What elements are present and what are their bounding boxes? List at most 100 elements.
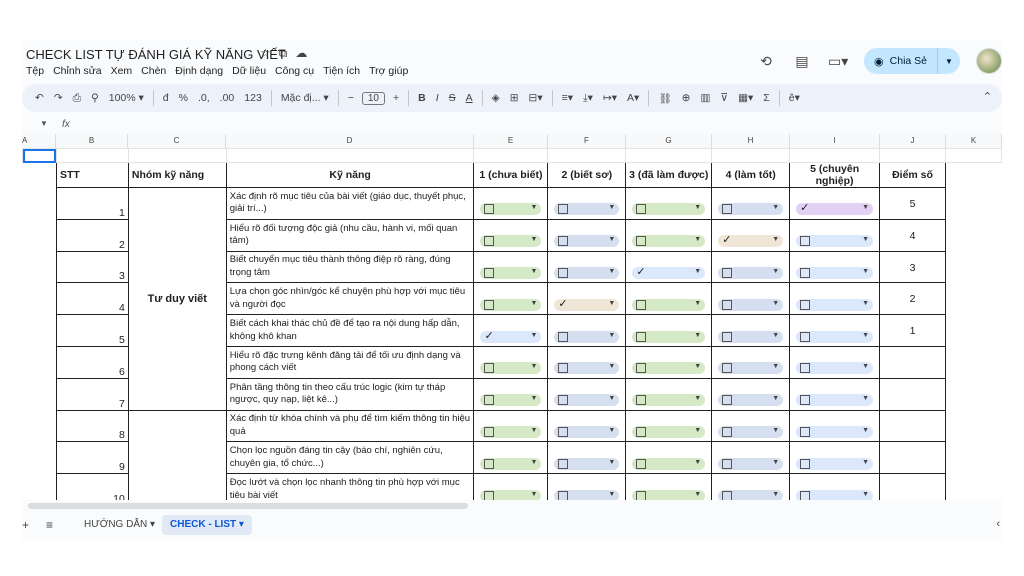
- checkbox-dropdown[interactable]: ▼: [480, 362, 542, 375]
- level-1-cell[interactable]: ✓ ▼: [473, 314, 549, 347]
- checkbox-icon[interactable]: [558, 458, 569, 469]
- number-format-button[interactable]: 123: [239, 92, 267, 104]
- row-number[interactable]: 9: [55, 441, 129, 475]
- checkbox-icon[interactable]: [558, 395, 569, 406]
- level-1-cell[interactable]: ▼: [473, 377, 549, 411]
- level-5-cell[interactable]: ▼: [789, 282, 881, 316]
- cell[interactable]: [55, 148, 129, 163]
- column-header-k[interactable]: K: [946, 134, 1002, 148]
- checkbox-icon[interactable]: [722, 458, 733, 469]
- checkbox-icon[interactable]: [800, 363, 811, 374]
- level-1-cell[interactable]: ▼: [473, 441, 549, 475]
- menu-extensions[interactable]: Tiện ích: [323, 65, 360, 77]
- level-5-cell[interactable]: ▼: [789, 314, 881, 347]
- column-header-b[interactable]: B: [56, 134, 128, 148]
- cloud-status-icon[interactable]: ☁: [295, 46, 307, 61]
- score-cell[interactable]: 3: [879, 250, 946, 284]
- level-3-cell[interactable]: ✓ ▼: [625, 250, 713, 284]
- checkbox-dropdown[interactable]: ▼: [796, 457, 874, 470]
- checkbox-icon[interactable]: [636, 490, 647, 500]
- chevron-down-icon[interactable]: ▼: [694, 363, 701, 370]
- checkbox-dropdown[interactable]: ▼: [480, 425, 542, 438]
- checkbox-dropdown[interactable]: ▼: [796, 489, 874, 500]
- column-header-d[interactable]: D: [226, 134, 474, 148]
- star-icon[interactable]: ☆: [260, 46, 271, 61]
- zoom-select[interactable]: 100% ▾: [104, 92, 149, 104]
- checkbox-dropdown[interactable]: ▼: [632, 203, 706, 216]
- checkbox-icon[interactable]: [800, 426, 811, 437]
- level-5-cell[interactable]: ▼: [789, 441, 881, 475]
- checkbox-icon[interactable]: [558, 426, 569, 437]
- cell[interactable]: [945, 148, 1002, 163]
- chevron-down-icon[interactable]: ▼: [862, 236, 869, 243]
- score-cell[interactable]: [879, 409, 946, 443]
- checkbox-icon[interactable]: [800, 267, 811, 278]
- level-2-cell[interactable]: ▼: [547, 187, 627, 220]
- cell[interactable]: [22, 162, 57, 188]
- checkbox-dropdown[interactable]: ▼: [480, 235, 542, 248]
- cell[interactable]: [22, 410, 57, 442]
- checkbox-dropdown[interactable]: ▼: [632, 235, 706, 248]
- level-3-cell[interactable]: ▼: [625, 187, 713, 220]
- checkbox-icon[interactable]: [484, 395, 495, 406]
- checkbox-icon[interactable]: [636, 331, 647, 342]
- chevron-down-icon[interactable]: ▼: [608, 268, 615, 275]
- skill-text[interactable]: Lựa chọn góc nhìn/góc kể chuyện phù hợp …: [225, 282, 475, 316]
- cell[interactable]: [945, 219, 1002, 252]
- cell[interactable]: [22, 441, 57, 474]
- chevron-down-icon[interactable]: ▼: [862, 395, 869, 402]
- skill-text[interactable]: Hiểu rõ đặc trưng kênh đăng tải để tối ư…: [225, 345, 475, 379]
- wrap-icon[interactable]: ↦▾: [598, 92, 622, 104]
- checkbox-dropdown[interactable]: ▼: [632, 362, 706, 375]
- level-3-cell[interactable]: ▼: [625, 409, 713, 443]
- skill-text[interactable]: Hiểu rõ đối tượng độc giả (nhu cầu, hành…: [225, 218, 475, 252]
- chevron-down-icon[interactable]: ▼: [862, 491, 869, 498]
- chevron-down-icon[interactable]: ▼: [772, 427, 779, 434]
- cell[interactable]: [22, 251, 57, 283]
- row-number[interactable]: 6: [55, 345, 129, 379]
- score-cell[interactable]: 5: [879, 187, 946, 220]
- checkbox-dropdown[interactable]: ▼: [718, 266, 784, 279]
- level-4-cell[interactable]: ▼: [711, 282, 791, 316]
- checkbox-dropdown[interactable]: ▼: [718, 457, 784, 470]
- chevron-down-icon[interactable]: ▼: [862, 363, 869, 370]
- chevron-down-icon[interactable]: ▼: [530, 236, 537, 243]
- level-3-cell[interactable]: ▼: [625, 473, 713, 500]
- checkbox-icon[interactable]: [484, 299, 495, 310]
- cell[interactable]: [22, 378, 57, 411]
- skill-text[interactable]: Xác định từ khóa chính và phụ để tìm kiế…: [225, 409, 475, 443]
- checkbox-icon[interactable]: [484, 490, 495, 500]
- row-number[interactable]: 1: [55, 187, 129, 220]
- redo-icon[interactable]: ↷: [49, 92, 68, 104]
- decrease-decimal-button[interactable]: .0,: [193, 92, 215, 104]
- checkbox-icon[interactable]: [800, 331, 811, 342]
- checkbox-dropdown[interactable]: ▼: [718, 203, 784, 216]
- level-4-cell[interactable]: ▼: [711, 250, 791, 284]
- chevron-down-icon[interactable]: ▼: [608, 236, 615, 243]
- skill-text[interactable]: Xác định rõ mục tiêu của bài viết (giáo …: [225, 187, 475, 220]
- skill-text[interactable]: Biết chuyển mục tiêu thành thông điệp rõ…: [225, 250, 475, 284]
- row-number[interactable]: 4: [55, 282, 129, 316]
- check-icon[interactable]: ✓: [722, 233, 731, 246]
- cell[interactable]: [22, 314, 57, 347]
- cell[interactable]: [945, 251, 1002, 283]
- collapse-toolbar-icon[interactable]: ⌃: [983, 90, 992, 103]
- chevron-down-icon[interactable]: ▼: [862, 459, 869, 466]
- level-1-cell[interactable]: ▼: [473, 187, 549, 220]
- skill-text[interactable]: Phân tầng thông tin theo cấu trúc logic …: [225, 377, 475, 411]
- checkbox-icon[interactable]: [800, 299, 811, 310]
- checkbox-dropdown[interactable]: ▼: [480, 489, 542, 500]
- checkbox-icon[interactable]: [484, 363, 495, 374]
- menu-view[interactable]: Xem: [111, 65, 133, 77]
- level-5-cell[interactable]: ▼: [789, 377, 881, 411]
- scrollbar-thumb[interactable]: [28, 503, 468, 509]
- cell[interactable]: [945, 410, 1002, 442]
- chevron-down-icon[interactable]: ▼: [772, 204, 779, 211]
- chevron-down-icon[interactable]: ▼: [772, 332, 779, 339]
- cell[interactable]: [945, 473, 1002, 500]
- checkbox-icon[interactable]: [484, 204, 495, 215]
- skill-text[interactable]: Chọn lọc nguồn đáng tin cậy (báo chí, ng…: [225, 441, 475, 475]
- comment-icon[interactable]: ▤: [792, 53, 812, 70]
- checkbox-icon[interactable]: [722, 331, 733, 342]
- borders-icon[interactable]: ⊞: [505, 92, 524, 104]
